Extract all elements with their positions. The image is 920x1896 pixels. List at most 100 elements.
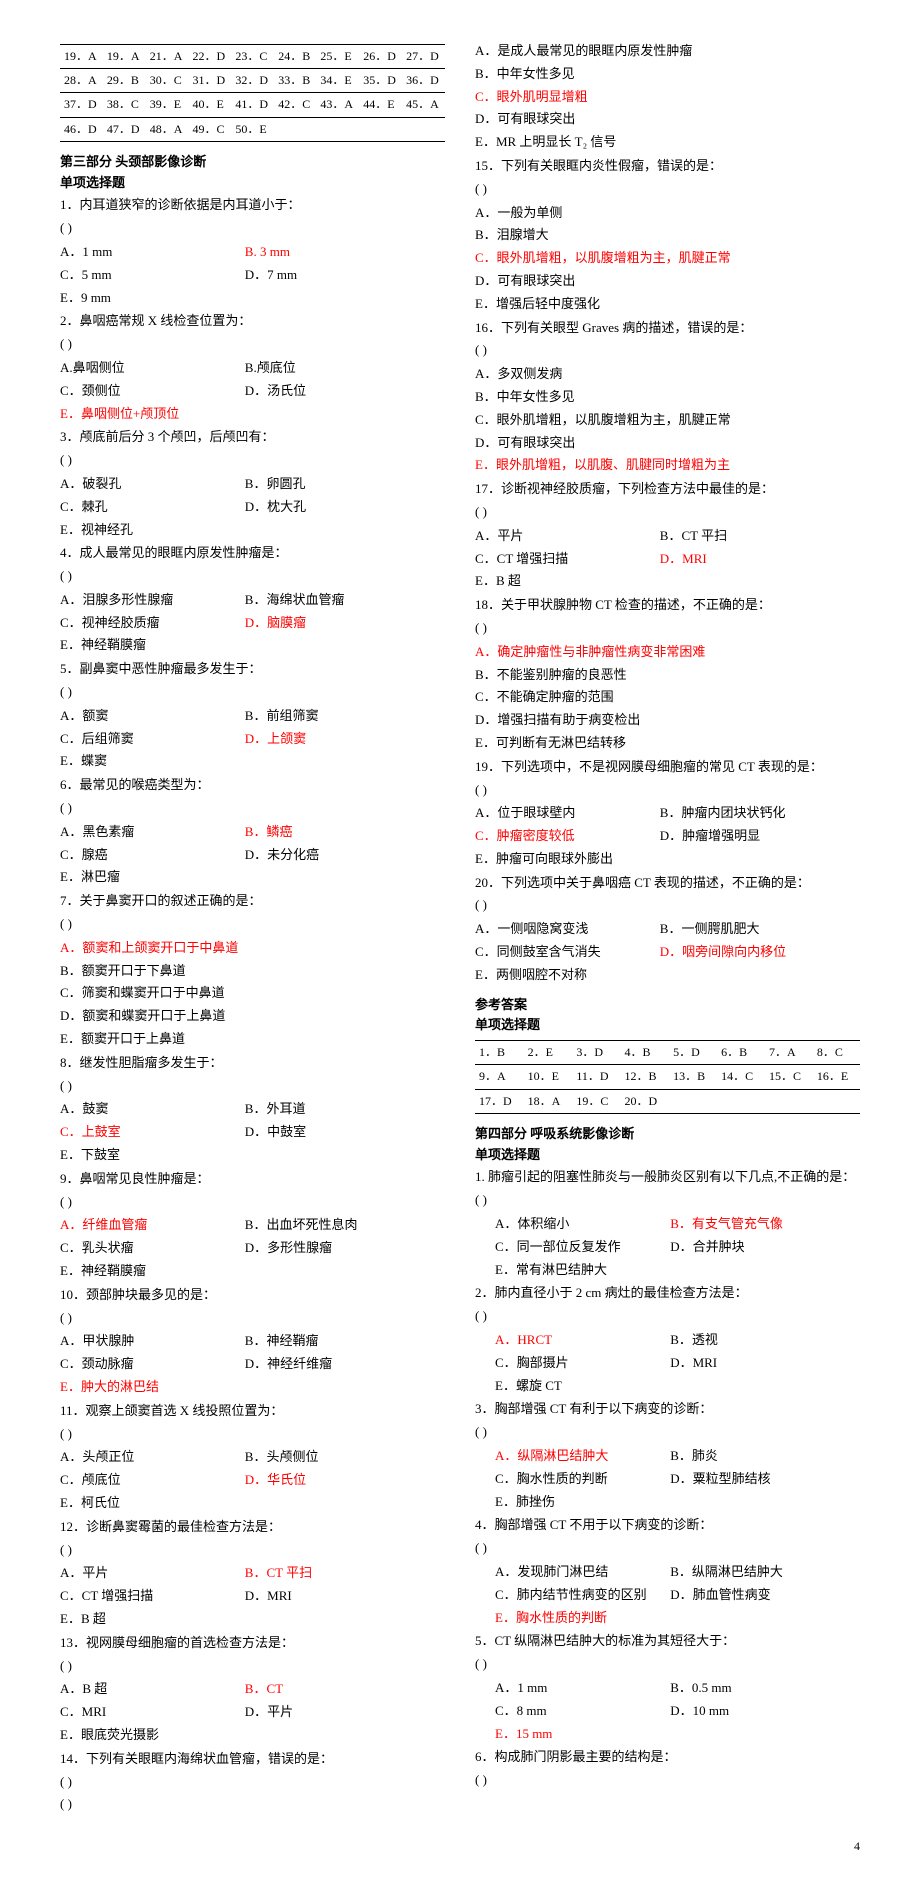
- paren: ( ): [475, 618, 860, 639]
- answer-cell: 40．E: [189, 93, 232, 117]
- option: E．肺挫伤: [495, 1492, 860, 1513]
- option: D．肿瘤增强明显: [660, 826, 845, 847]
- option: A．一侧咽隐窝变浅: [475, 919, 660, 940]
- option: B．中年女性多见: [475, 64, 860, 85]
- option: E．肿瘤可向眼球外膨出: [475, 849, 860, 870]
- option: B．头颅侧位: [245, 1447, 430, 1468]
- option: A．甲状腺肿: [60, 1331, 245, 1352]
- answer-cell: 24．B: [274, 45, 316, 69]
- answer-cell: 37．D: [60, 93, 103, 117]
- paren: ( ): [60, 1308, 445, 1329]
- option: C．上鼓室: [60, 1122, 245, 1143]
- option: A．平片: [60, 1563, 245, 1584]
- option: B．不能鉴别肿瘤的良恶性: [475, 665, 860, 686]
- answer-cell: 21．A: [146, 45, 189, 69]
- option: A．一般为单侧: [475, 203, 860, 224]
- question-text: 6．最常见的喉癌类型为：: [60, 775, 445, 796]
- option: C．MRI: [60, 1702, 245, 1723]
- option: C．颈侧位: [60, 381, 245, 402]
- part3-title: 第三部分 头颈部影像诊断: [60, 152, 445, 173]
- option: B．CT 平扫: [660, 526, 845, 547]
- option: A．体积缩小: [495, 1214, 670, 1235]
- question-text: 16．下列有关眼型 Graves 病的描述，错误的是：: [475, 318, 860, 339]
- option: C．CT 增强扫描: [475, 549, 660, 570]
- answer-cell: [274, 117, 316, 141]
- answer-cell: 35．D: [359, 69, 402, 93]
- option: C．眼外肌增粗，以肌腹增粗为主，肌腱正常: [475, 248, 860, 269]
- answer-cell: 43．A: [316, 93, 359, 117]
- answer-cell: 9．A: [475, 1065, 524, 1089]
- question-text: 4．胸部增强 CT 不用于以下病变的诊断：: [475, 1515, 860, 1536]
- option: E．神经鞘膜瘤: [60, 635, 445, 656]
- option: E．MR 上明显长 T₂ 信号: [475, 132, 860, 153]
- option: D．多形性腺瘤: [245, 1238, 430, 1259]
- answer-cell: 19．C: [572, 1089, 620, 1113]
- paren: ( ): [475, 179, 860, 200]
- part4-title: 第四部分 呼吸系统影像诊断: [475, 1124, 860, 1145]
- question-text: 1. 肺瘤引起的阻塞性肺炎与一般肺炎区别有以下几点,不正确的是：: [475, 1167, 860, 1188]
- option: B．鳞癌: [245, 822, 430, 843]
- answer-cell: 30．C: [146, 69, 189, 93]
- top-answer-table: 19．A19．A21．A22．D23．C24．B25．E26．D27．D28．A…: [60, 44, 445, 142]
- option: B．中年女性多见: [475, 387, 860, 408]
- question-text: 2．肺内直径小于 2 cm 病灶的最佳检查方法是：: [475, 1283, 860, 1304]
- option: C．CT 增强扫描: [60, 1586, 245, 1607]
- paren: ( ): [475, 1422, 860, 1443]
- option: B．一侧腭肌肥大: [660, 919, 845, 940]
- question-text: 14．下列有关眼眶内海绵状血管瘤，错误的是：: [60, 1749, 445, 1770]
- option: D．可有眼球突出: [475, 433, 860, 454]
- option: E．蝶窦: [60, 751, 445, 772]
- option: B．透视: [670, 1330, 845, 1351]
- option: D．MRI: [670, 1353, 845, 1374]
- option: E．额窦开口于上鼻道: [60, 1029, 445, 1050]
- option: C．8 mm: [495, 1701, 670, 1722]
- option: C．5 mm: [60, 265, 245, 286]
- answer-cell: 41．D: [231, 93, 274, 117]
- option: D．神经纤维瘤: [245, 1354, 430, 1375]
- paren: ( ): [60, 566, 445, 587]
- option: D．枕大孔: [245, 497, 430, 518]
- option: A.鼻咽侧位: [60, 358, 245, 379]
- option: A．额窦: [60, 706, 245, 727]
- option: B．有支气管充气像: [670, 1214, 845, 1235]
- question-text: 1．内耳道狭窄的诊断依据是内耳道小于：: [60, 195, 445, 216]
- option: E．肿大的淋巴结: [60, 1377, 445, 1398]
- option: E．B 超: [60, 1609, 445, 1630]
- option: D．MRI: [245, 1586, 430, 1607]
- option: B.颅底位: [245, 358, 430, 379]
- option: C．胸水性质的判断: [495, 1469, 670, 1490]
- option: D．华氏位: [245, 1470, 430, 1491]
- option: A．黑色素瘤: [60, 822, 245, 843]
- option: B．前组筛窦: [245, 706, 430, 727]
- option: C．乳头状瘤: [60, 1238, 245, 1259]
- option: D．10 mm: [670, 1701, 845, 1722]
- question-text: 17．诊断视神经胶质瘤，下列检查方法中最佳的是：: [475, 479, 860, 500]
- option: A．是成人最常见的眼眶内原发性肿瘤: [475, 41, 860, 62]
- answer-cell: 33．B: [274, 69, 316, 93]
- option: A．多双侧发病: [475, 364, 860, 385]
- option: E．螺旋 CT: [495, 1376, 860, 1397]
- paren: ( ): [60, 1076, 445, 1097]
- option: A．HRCT: [495, 1330, 670, 1351]
- right-column: A．是成人最常见的眼眶内原发性肿瘤B．中年女性多见C．眼外肌明显增粗D．可有眼球…: [475, 40, 860, 1817]
- ref-title: 参考答案: [475, 995, 860, 1016]
- option: E．下鼓室: [60, 1145, 445, 1166]
- paren: ( ): [60, 1794, 445, 1815]
- paren: ( ): [60, 1540, 445, 1561]
- paren: ( ): [60, 1424, 445, 1445]
- answer-cell: 19．A: [60, 45, 103, 69]
- option: E．鼻咽侧位+颅顶位: [60, 404, 445, 425]
- option: C．眼外肌增粗，以肌腹增粗为主，肌腱正常: [475, 410, 860, 431]
- answer-cell: 45．A: [402, 93, 445, 117]
- option: C．筛窦和蝶窦开口于中鼻道: [60, 983, 445, 1004]
- paren: ( ): [475, 780, 860, 801]
- option: C．不能确定肿瘤的范围: [475, 687, 860, 708]
- answer-cell: 8．C: [813, 1041, 860, 1065]
- option: A．泪腺多形性腺瘤: [60, 590, 245, 611]
- option: D．合并肿块: [670, 1237, 845, 1258]
- option: E．可判断有无淋巴结转移: [475, 733, 860, 754]
- option: E．神经鞘膜瘤: [60, 1261, 445, 1282]
- option: C．颈动脉瘤: [60, 1354, 245, 1375]
- option: D．汤氏位: [245, 381, 430, 402]
- option: C．同侧鼓室含气消失: [475, 942, 660, 963]
